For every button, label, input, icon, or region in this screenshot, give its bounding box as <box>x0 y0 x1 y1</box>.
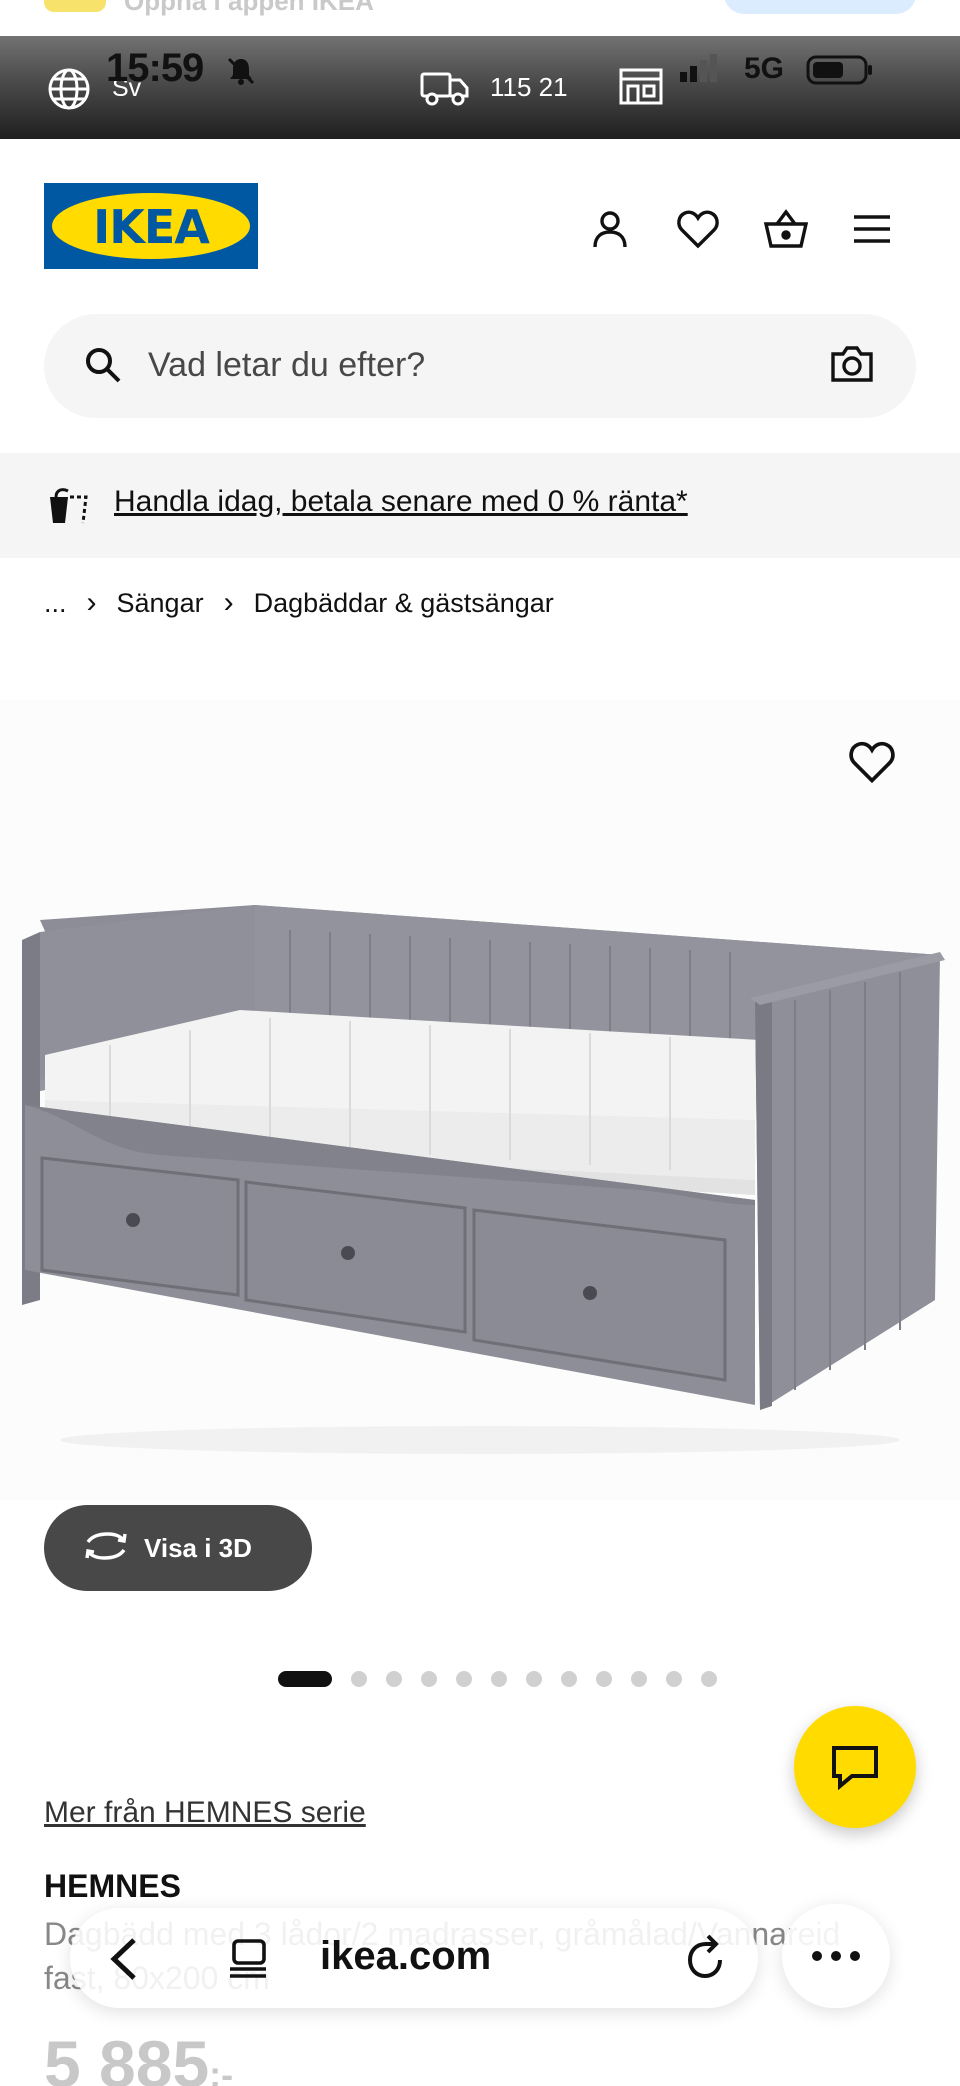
breadcrumb-item-sangar[interactable]: Sängar <box>117 588 204 619</box>
daybed-illustration <box>22 905 945 1454</box>
product-name: HEMNES <box>44 1868 181 1904</box>
cart-icon[interactable] <box>762 205 810 253</box>
product-image[interactable] <box>0 700 960 1500</box>
more-dots-icon <box>812 1951 860 1961</box>
chat-bubble-icon <box>832 1746 878 1790</box>
carousel-dot[interactable] <box>561 1671 577 1687</box>
product-price: 5 885:- <box>44 2026 233 2086</box>
pay-later-icon <box>46 485 92 530</box>
view-3d-button[interactable]: Visa i 3D <box>44 1505 312 1591</box>
carousel-dot[interactable] <box>526 1671 542 1687</box>
breadcrumb-item-dagbaddar[interactable]: Dagbäddar & gästsängar <box>254 588 554 619</box>
price-suffix: :- <box>209 2054 234 2086</box>
price-value: 5 885 <box>44 2027 210 2086</box>
carousel-dot[interactable] <box>456 1671 472 1687</box>
carousel-dot[interactable] <box>278 1671 332 1687</box>
network-type: 5G <box>744 52 785 85</box>
open-in-app-banner[interactable]: Öppna i appen IKEA <box>0 0 960 36</box>
reload-icon[interactable] <box>684 1934 728 1985</box>
status-time: 15:59 <box>106 46 204 90</box>
silent-bell-icon <box>226 56 256 91</box>
search-bar[interactable]: Vad letar du efter? <box>44 314 916 418</box>
ikea-logo[interactable]: IKEA <box>44 183 258 269</box>
view-3d-label: Visa i 3D <box>144 1532 252 1563</box>
tabs-icon[interactable] <box>226 1938 270 1985</box>
favourite-heart-icon[interactable] <box>848 740 896 789</box>
open-app-button[interactable] <box>724 0 916 14</box>
image-carousel-dots <box>278 1671 736 1687</box>
user-icon[interactable] <box>586 205 634 253</box>
search-input[interactable]: Vad letar du efter? <box>148 346 425 385</box>
globe-icon[interactable] <box>46 66 92 117</box>
carousel-dot[interactable] <box>666 1671 682 1687</box>
carousel-dot[interactable] <box>421 1671 437 1687</box>
app-logo-icon <box>44 0 106 12</box>
postal-code[interactable]: 115 21 <box>490 72 568 103</box>
rotate-3d-icon <box>82 1530 130 1567</box>
carousel-dot[interactable] <box>631 1671 647 1687</box>
carousel-dot[interactable] <box>351 1671 367 1687</box>
open-in-app-text: Öppna i appen IKEA <box>124 0 374 16</box>
delivery-truck-icon[interactable] <box>420 68 470 113</box>
logo-text: IKEA <box>93 200 210 254</box>
breadcrumb: ... › Sängar › Dagbäddar & gästsängar <box>44 586 554 620</box>
carousel-dot[interactable] <box>701 1671 717 1687</box>
menu-icon[interactable] <box>848 205 896 253</box>
store-icon[interactable] <box>618 66 664 111</box>
more-options-button[interactable] <box>782 1904 890 2008</box>
back-arrow-icon[interactable] <box>106 1936 142 1987</box>
breadcrumb-ellipsis[interactable]: ... <box>44 588 67 619</box>
url-field[interactable]: ikea.com <box>320 1934 491 1979</box>
series-link[interactable]: Mer från HEMNES serie <box>44 1796 366 1830</box>
search-icon <box>84 346 122 389</box>
browser-address-bar: ikea.com <box>70 1908 758 2008</box>
chevron-right-icon: › <box>223 586 234 619</box>
carousel-dot[interactable] <box>491 1671 507 1687</box>
carousel-dot[interactable] <box>596 1671 612 1687</box>
battery-icon <box>806 54 876 91</box>
heart-icon[interactable] <box>674 205 722 253</box>
carousel-dot[interactable] <box>386 1671 402 1687</box>
signal-icon <box>680 54 730 89</box>
camera-search-icon[interactable] <box>830 344 874 389</box>
site-header: IKEA Vad letar du efter? <box>0 139 960 453</box>
chat-button[interactable] <box>794 1706 916 1828</box>
promo-banner[interactable]: Handla idag, betala senare med 0 % ränta… <box>0 453 960 558</box>
chevron-right-icon: › <box>86 586 97 619</box>
promo-link[interactable]: Handla idag, betala senare med 0 % ränta… <box>114 485 688 519</box>
location-bar: Sv 15:59 115 21 5G <box>0 36 960 139</box>
